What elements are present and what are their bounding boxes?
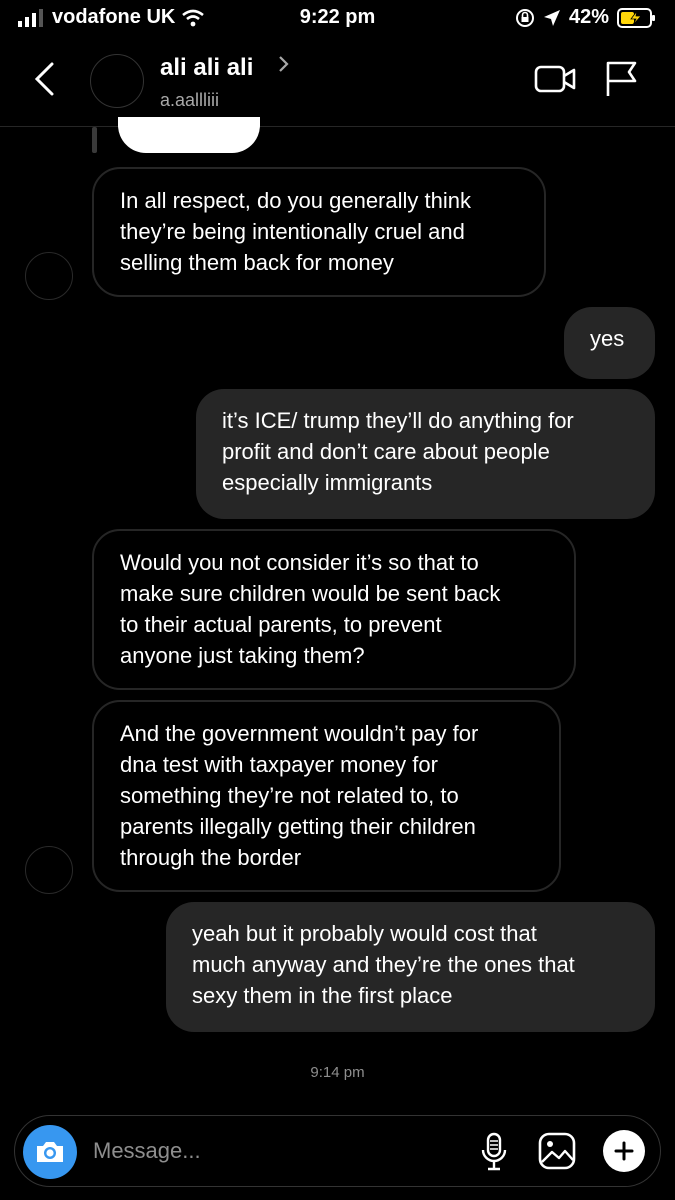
add-button[interactable] — [603, 1130, 645, 1172]
camera-icon — [37, 1142, 63, 1162]
video-call-icon[interactable] — [534, 64, 576, 94]
message-composer: Message... — [14, 1115, 661, 1187]
contact-name[interactable]: ali ali ali — [160, 54, 253, 82]
lock-rotation-icon — [515, 8, 534, 27]
message-text: yes — [590, 326, 625, 351]
chevron-right-icon[interactable] — [278, 54, 290, 74]
replied-message-preview[interactable] — [118, 117, 260, 153]
contact-username: a.aallliii — [160, 90, 220, 110]
message-thread[interactable]: In all respect, do you generally think t… — [0, 117, 675, 1087]
message-bubble-incoming[interactable]: And the government wouldn’t pay for dna … — [92, 700, 561, 892]
plus-icon — [614, 1141, 634, 1161]
status-bar: vodafone UK 9:22 pm 42% — [0, 0, 675, 38]
message-text: In all respect, do you generally think t… — [120, 188, 471, 275]
back-icon[interactable] — [34, 62, 54, 96]
message-text: yeah but it probably would cost that muc… — [192, 921, 575, 1008]
avatar[interactable] — [90, 54, 144, 108]
battery-percent: 42% — [568, 6, 609, 28]
avatar[interactable] — [25, 252, 73, 300]
battery-icon — [617, 7, 655, 28]
message-bubble-outgoing[interactable]: yes — [564, 307, 655, 379]
message-text: it’s ICE/ trump they’ll do anything for … — [222, 408, 574, 495]
camera-button[interactable] — [23, 1125, 77, 1179]
message-bubble-incoming[interactable]: Would you not consider it’s so that to m… — [92, 529, 576, 690]
message-text: And the government wouldn’t pay for dna … — [120, 721, 479, 870]
status-right: 42% — [515, 6, 657, 29]
location-icon — [543, 9, 560, 26]
reply-indicator — [92, 127, 97, 153]
message-bubble-incoming[interactable]: In all respect, do you generally think t… — [92, 167, 546, 297]
message-timestamp: 9:14 pm — [310, 1064, 365, 1081]
microphone-icon[interactable] — [480, 1132, 508, 1172]
message-input[interactable]: Message... — [93, 1138, 201, 1164]
gallery-icon[interactable] — [537, 1131, 577, 1171]
flag-icon[interactable] — [604, 60, 638, 98]
message-text: Would you not consider it’s so that to m… — [120, 550, 501, 668]
avatar[interactable] — [25, 846, 73, 894]
chat-header: ali ali ali a.aallliii — [0, 38, 675, 127]
message-bubble-outgoing[interactable]: it’s ICE/ trump they’ll do anything for … — [196, 389, 655, 519]
message-bubble-outgoing[interactable]: yeah but it probably would cost that muc… — [166, 902, 655, 1032]
